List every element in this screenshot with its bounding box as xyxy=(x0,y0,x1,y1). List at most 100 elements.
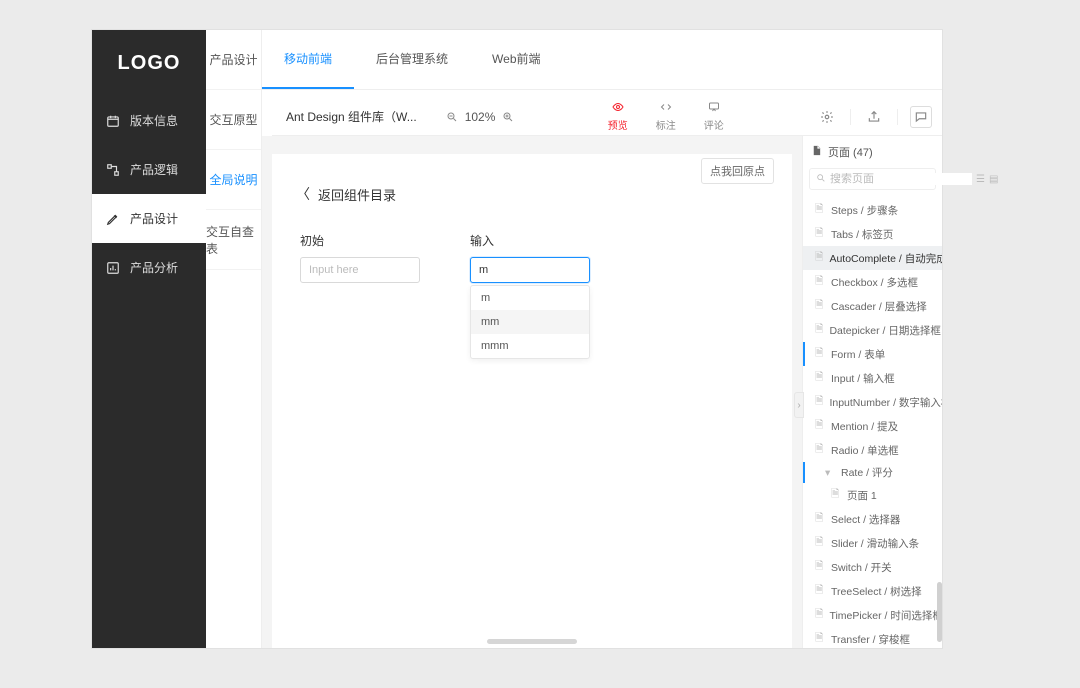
tree-item-selected[interactable]: 🗎AutoComplete / 自动完成 xyxy=(803,246,942,270)
body: 点我回原点 〈 返回组件目录 初始 输入 xyxy=(262,136,942,648)
page-icon: 🗎 xyxy=(815,393,823,411)
separator xyxy=(850,109,851,125)
option[interactable]: mm xyxy=(471,310,589,334)
tree-item-expanded[interactable]: ▾Rate / 评分 xyxy=(803,462,942,483)
tree-item[interactable]: 🗎Input / 输入框 xyxy=(803,366,942,390)
page-icon: 🗎 xyxy=(815,630,825,648)
sidebar-item-label: 版本信息 xyxy=(130,112,178,129)
tab-mobile[interactable]: 移动前端 xyxy=(262,30,354,89)
zoom-in-icon[interactable] xyxy=(501,110,515,124)
tree-item[interactable]: 🗎Mention / 提及 xyxy=(803,414,942,438)
autocomplete-dropdown: m mm mmm xyxy=(470,285,590,359)
page-icon: 🗎 xyxy=(815,321,823,339)
tree-item[interactable]: 🗎Switch / 开关 xyxy=(803,555,942,579)
sidebar-item-design[interactable]: 产品设计 xyxy=(92,194,206,243)
subnav-global[interactable]: 全局说明 xyxy=(206,150,261,210)
tree-item[interactable]: 🗎TreeSelect / 树选择 xyxy=(803,579,942,603)
sidebar-item-label: 产品设计 xyxy=(130,210,178,227)
tree-item[interactable]: 🗎InputNumber / 数字输入框 xyxy=(803,390,942,414)
eye-icon xyxy=(610,101,626,115)
sidebar-dark: LOGO 版本信息 产品逻辑 产品设计 产品分析 xyxy=(92,30,206,648)
page-icon: 🗎 xyxy=(815,345,825,363)
comment-icon xyxy=(706,101,722,115)
tree-item-child[interactable]: 🗎页面 1 xyxy=(803,483,942,507)
tree-item[interactable]: 🗎Checkbox / 多选框 xyxy=(803,270,942,294)
chat-icon[interactable] xyxy=(910,106,932,128)
code-icon xyxy=(658,101,674,115)
tree-item[interactable]: 🗎Steps / 步骤条 xyxy=(803,198,942,222)
canvas: 点我回原点 〈 返回组件目录 初始 输入 xyxy=(272,154,792,648)
tree-item[interactable]: 🗎Transfer / 穿梭框 xyxy=(803,627,942,648)
list-view-icon[interactable]: ☰ xyxy=(976,174,985,185)
search-icon xyxy=(816,172,826,186)
demo-input-typing[interactable] xyxy=(470,257,590,283)
tree-item[interactable]: 🗎Radio / 单选框 xyxy=(803,438,942,462)
page-search-input[interactable] xyxy=(830,173,972,185)
page-icon: 🗎 xyxy=(815,249,823,267)
back-label: 返回组件目录 xyxy=(318,185,396,204)
tree-item[interactable]: 🗎Tabs / 标签页 xyxy=(803,222,942,246)
subnav-product-design[interactable]: 产品设计 xyxy=(206,30,261,90)
option[interactable]: m xyxy=(471,286,589,310)
tree-item[interactable]: 🗎Form / 表单 xyxy=(803,342,942,366)
page-icon: 🗎 xyxy=(815,558,825,576)
tree-item[interactable]: 🗎Datepicker / 日期选择框 xyxy=(803,318,942,342)
zoom-out-icon[interactable] xyxy=(445,110,459,124)
chevron-left-icon: 〈 xyxy=(296,184,310,204)
canvas-wrap: 点我回原点 〈 返回组件目录 初始 输入 xyxy=(262,136,802,648)
toolbar: Ant Design 组件库（W... 102% 预览 xyxy=(272,98,942,136)
page-icon: 🗎 xyxy=(831,486,841,504)
brand-logo: LOGO xyxy=(92,30,206,96)
page-icon: 🗎 xyxy=(815,273,825,291)
chart-icon xyxy=(106,261,120,275)
doc-title: Ant Design 组件库（W... xyxy=(286,108,417,125)
section-title-initial: 初始 xyxy=(300,232,430,249)
separator xyxy=(897,109,898,125)
page-search[interactable]: ☰ ▤ xyxy=(809,168,936,190)
zoom-level: 102% xyxy=(465,110,496,124)
panel-title: 页面 (47) xyxy=(828,144,873,160)
tree-item[interactable]: 🗎TimePicker / 时间选择框 xyxy=(803,603,942,627)
vertical-scrollbar[interactable] xyxy=(937,582,942,642)
col-initial: 初始 xyxy=(300,232,430,359)
page-icon: 🗎 xyxy=(815,510,825,528)
app-window: LOGO 版本信息 产品逻辑 产品设计 产品分析 产品设计 xyxy=(92,30,942,648)
top-tabs: 移动前端 后台管理系统 Web前端 xyxy=(262,30,942,90)
tab-admin[interactable]: 后台管理系统 xyxy=(354,30,470,89)
calendar-icon xyxy=(106,114,120,128)
pencil-icon xyxy=(106,212,120,226)
mode-label: 预览 xyxy=(608,117,628,132)
tree-item[interactable]: 🗎Select / 选择器 xyxy=(803,507,942,531)
sidebar-light: 产品设计 交互原型 全局说明 交互自查表 xyxy=(206,30,262,648)
back-row[interactable]: 〈 返回组件目录 xyxy=(296,184,768,204)
page-tree: 🗎Steps / 步骤条 🗎Tabs / 标签页 🗎AutoComplete /… xyxy=(803,196,942,648)
demo-input-initial[interactable] xyxy=(300,257,420,283)
mode-label: 标注 xyxy=(656,117,676,132)
sidebar-item-label: 产品分析 xyxy=(130,259,178,276)
settings-icon[interactable] xyxy=(816,106,838,128)
page-icon: 🗎 xyxy=(815,369,825,387)
sidebar-item-label: 产品逻辑 xyxy=(130,161,178,178)
tab-web[interactable]: Web前端 xyxy=(470,30,562,89)
section-title-input: 输入 xyxy=(470,232,600,249)
sidebar-item-version[interactable]: 版本信息 xyxy=(92,96,206,145)
subnav-interaction[interactable]: 交互原型 xyxy=(206,90,261,150)
page-icon: 🗎 xyxy=(815,582,825,600)
horizontal-scrollbar[interactable] xyxy=(487,639,577,644)
mode-mark[interactable]: 标注 xyxy=(656,101,676,132)
grid-view-icon[interactable]: ▤ xyxy=(989,174,998,185)
mode-comment[interactable]: 评论 xyxy=(704,101,724,132)
page-icon: 🗎 xyxy=(815,417,825,435)
sidebar-item-analysis[interactable]: 产品分析 xyxy=(92,243,206,292)
option[interactable]: mmm xyxy=(471,334,589,358)
recenter-button[interactable]: 点我回原点 xyxy=(701,158,774,184)
share-icon[interactable] xyxy=(863,106,885,128)
tree-item[interactable]: 🗎Cascader / 层叠选择 xyxy=(803,294,942,318)
subnav-checklist[interactable]: 交互自查表 xyxy=(206,210,261,270)
mode-preview[interactable]: 预览 xyxy=(608,101,628,132)
page-icon: 🗎 xyxy=(815,534,825,552)
sidebar-item-logic[interactable]: 产品逻辑 xyxy=(92,145,206,194)
col-input: 输入 m mm mmm xyxy=(470,232,600,359)
tree-item[interactable]: 🗎Slider / 滑动输入条 xyxy=(803,531,942,555)
page-panel: 页面 (47) ☰ ▤ 🗎Steps / 步骤条 🗎Tabs / 标签页 🗎A xyxy=(802,136,942,648)
